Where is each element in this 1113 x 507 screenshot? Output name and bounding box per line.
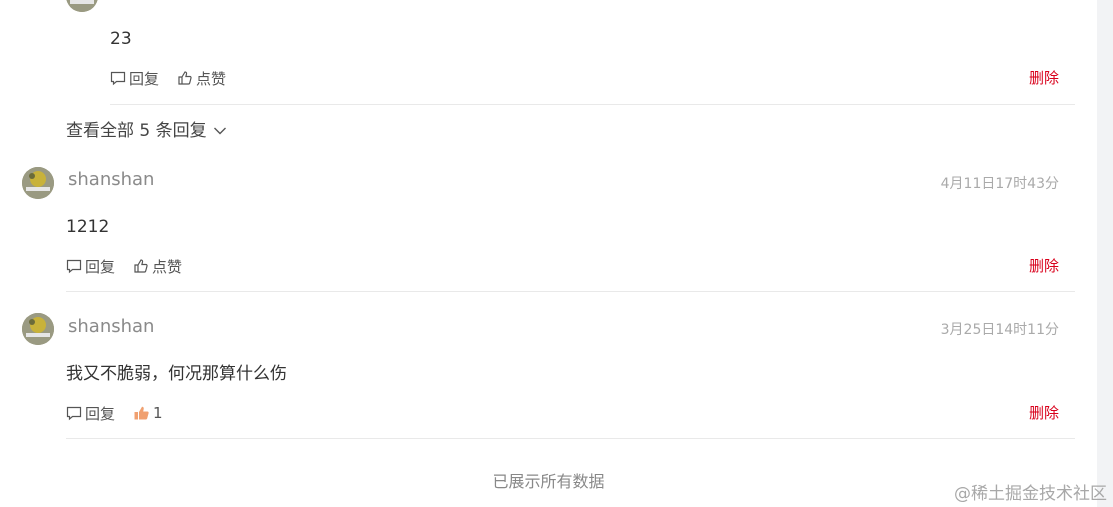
username[interactable]: shanshan <box>68 316 154 338</box>
avatar[interactable] <box>22 313 54 345</box>
like-button[interactable]: 点赞 <box>133 256 182 277</box>
page-gutter <box>1097 0 1113 507</box>
like-label: 点赞 <box>152 257 183 276</box>
like-button[interactable]: 点赞 <box>177 68 226 89</box>
chevron-down-icon <box>213 127 226 135</box>
divider <box>66 291 1075 292</box>
reply-button[interactable]: 回复 <box>66 256 115 277</box>
reply-button[interactable]: 回复 <box>110 68 159 89</box>
comment-content: 我又不脆弱，何况那算什么伤 <box>66 364 287 384</box>
reply-content: 23 <box>110 29 132 49</box>
thumbs-up-filled-icon <box>134 406 149 420</box>
comment-panel: 23 回复 点赞 删除 查看全部 5 条回复 shanshan 4月11日17时… <box>0 0 1097 507</box>
comment-actions: 回复 1 <box>66 403 181 423</box>
comment-content: 1212 <box>66 217 110 237</box>
comment-icon <box>66 406 82 421</box>
end-of-list-text: 已展示所有数据 <box>492 472 605 491</box>
divider <box>66 438 1075 439</box>
view-all-label: 查看全部 5 条回复 <box>66 121 207 141</box>
watermark: @稀土掘金技术社区 <box>954 484 1107 504</box>
comment-icon <box>66 259 82 274</box>
delete-button[interactable]: 删除 <box>1029 256 1059 276</box>
comment-actions: 回复 点赞 <box>66 256 200 276</box>
username[interactable]: shanshan <box>68 169 154 191</box>
delete-button[interactable]: 删除 <box>1029 68 1059 88</box>
delete-button[interactable]: 删除 <box>1029 403 1059 423</box>
view-all-replies[interactable]: 查看全部 5 条回复 <box>66 120 227 142</box>
avatar[interactable] <box>66 0 98 12</box>
reply-label: 回复 <box>85 404 116 423</box>
reply-label: 回复 <box>85 257 116 276</box>
thumbs-up-icon <box>178 71 192 85</box>
like-count: 1 <box>153 404 163 422</box>
divider <box>110 104 1075 105</box>
avatar[interactable] <box>22 167 54 199</box>
timestamp: 4月11日17时43分 <box>940 176 1059 192</box>
thumbs-up-icon <box>134 259 148 273</box>
comment-icon <box>110 71 126 86</box>
timestamp: 3月25日14时11分 <box>940 322 1059 338</box>
like-label: 点赞 <box>196 69 227 88</box>
reply-label: 回复 <box>129 69 160 88</box>
reply-button[interactable]: 回复 <box>66 403 115 424</box>
reply-actions: 回复 点赞 <box>110 68 244 88</box>
like-button-active[interactable]: 1 <box>133 404 163 422</box>
